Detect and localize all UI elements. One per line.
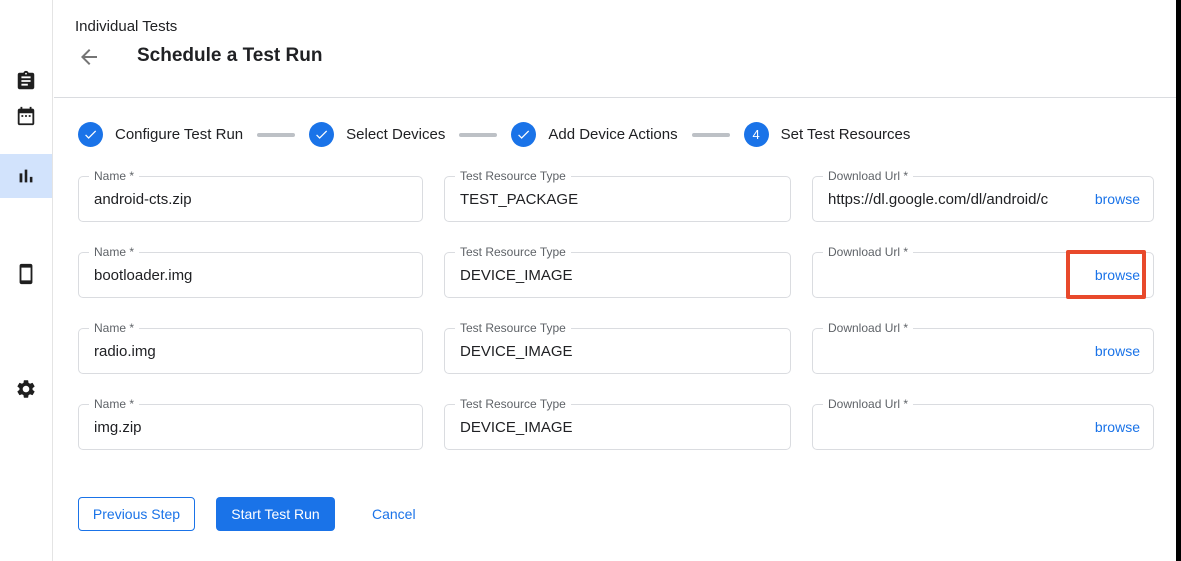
step-label: Add Device Actions	[548, 126, 677, 143]
download-url-field[interactable]: Download Url * browse	[812, 328, 1154, 374]
sidebar-item-analytics[interactable]	[0, 154, 52, 198]
step-label: Configure Test Run	[115, 126, 243, 143]
test-resources-form: Name * android-cts.zip Test Resource Typ…	[78, 176, 1154, 450]
browse-link[interactable]: browse	[1095, 177, 1140, 222]
smartphone-icon	[15, 263, 37, 285]
check-icon	[83, 127, 98, 142]
resource-type-field[interactable]: Test Resource Type DEVICE_IMAGE	[444, 404, 791, 450]
step-connector	[459, 133, 497, 137]
download-url-field[interactable]: Download Url * browse	[812, 252, 1154, 298]
field-value: android-cts.zip	[94, 177, 412, 222]
name-field[interactable]: Name * radio.img	[78, 328, 423, 374]
field-value: DEVICE_IMAGE	[460, 253, 780, 298]
field-value: DEVICE_IMAGE	[460, 405, 780, 450]
step-set-test-resources[interactable]: 4 Set Test Resources	[744, 122, 911, 147]
step-done-circle	[309, 122, 334, 147]
field-value: img.zip	[94, 405, 412, 450]
sidebar-item-schedule[interactable]	[0, 94, 52, 138]
step-connector	[692, 133, 730, 137]
step-done-circle	[511, 122, 536, 147]
field-label: Download Url *	[823, 397, 913, 411]
field-value: TEST_PACKAGE	[460, 177, 780, 222]
bar-chart-icon	[15, 165, 37, 187]
screen-edge-strip	[1176, 0, 1181, 561]
resource-type-field[interactable]: Test Resource Type DEVICE_IMAGE	[444, 252, 791, 298]
check-icon	[516, 127, 531, 142]
calendar-icon	[15, 105, 37, 127]
sidebar-item-devices[interactable]	[0, 252, 52, 296]
step-select-devices[interactable]: Select Devices	[309, 122, 445, 147]
sidebar-item-settings[interactable]	[0, 367, 52, 411]
step-number: 4	[752, 127, 759, 142]
field-value: https://dl.google.com/dl/android/c	[828, 177, 1081, 222]
previous-step-button[interactable]: Previous Step	[78, 497, 195, 531]
field-label: Download Url *	[823, 321, 913, 335]
field-value: radio.img	[94, 329, 412, 374]
name-field[interactable]: Name * android-cts.zip	[78, 176, 423, 222]
arrow-back-icon	[77, 45, 101, 69]
step-add-device-actions[interactable]: Add Device Actions	[511, 122, 677, 147]
action-bar: Previous Step Start Test Run Cancel	[78, 497, 416, 531]
step-configure-test-run[interactable]: Configure Test Run	[78, 122, 243, 147]
name-field[interactable]: Name * img.zip	[78, 404, 423, 450]
step-label: Select Devices	[346, 126, 445, 143]
browse-link[interactable]: browse	[1095, 329, 1140, 374]
breadcrumb: Individual Tests	[75, 18, 177, 35]
step-number-circle: 4	[744, 122, 769, 147]
sidebar	[0, 0, 53, 561]
cancel-button[interactable]: Cancel	[372, 506, 416, 522]
clipboard-tasks-icon	[15, 70, 37, 92]
download-url-field[interactable]: Download Url * browse	[812, 404, 1154, 450]
resource-type-field[interactable]: Test Resource Type DEVICE_IMAGE	[444, 328, 791, 374]
gear-icon	[15, 378, 37, 400]
name-field[interactable]: Name * bootloader.img	[78, 252, 423, 298]
browse-link[interactable]: browse	[1095, 253, 1140, 298]
step-done-circle	[78, 122, 103, 147]
start-test-run-button[interactable]: Start Test Run	[216, 497, 335, 531]
download-url-field[interactable]: Download Url * https://dl.google.com/dl/…	[812, 176, 1154, 222]
browse-link[interactable]: browse	[1095, 405, 1140, 450]
field-value: DEVICE_IMAGE	[460, 329, 780, 374]
field-label: Download Url *	[823, 245, 913, 259]
field-value: bootloader.img	[94, 253, 412, 298]
stepper: Configure Test Run Select Devices Add De…	[78, 122, 910, 147]
back-button[interactable]	[77, 45, 101, 69]
resource-type-field[interactable]: Test Resource Type TEST_PACKAGE	[444, 176, 791, 222]
page-title: Schedule a Test Run	[137, 45, 322, 67]
step-label: Set Test Resources	[781, 126, 911, 143]
check-icon	[314, 127, 329, 142]
header-divider	[54, 97, 1176, 98]
step-connector	[257, 133, 295, 137]
